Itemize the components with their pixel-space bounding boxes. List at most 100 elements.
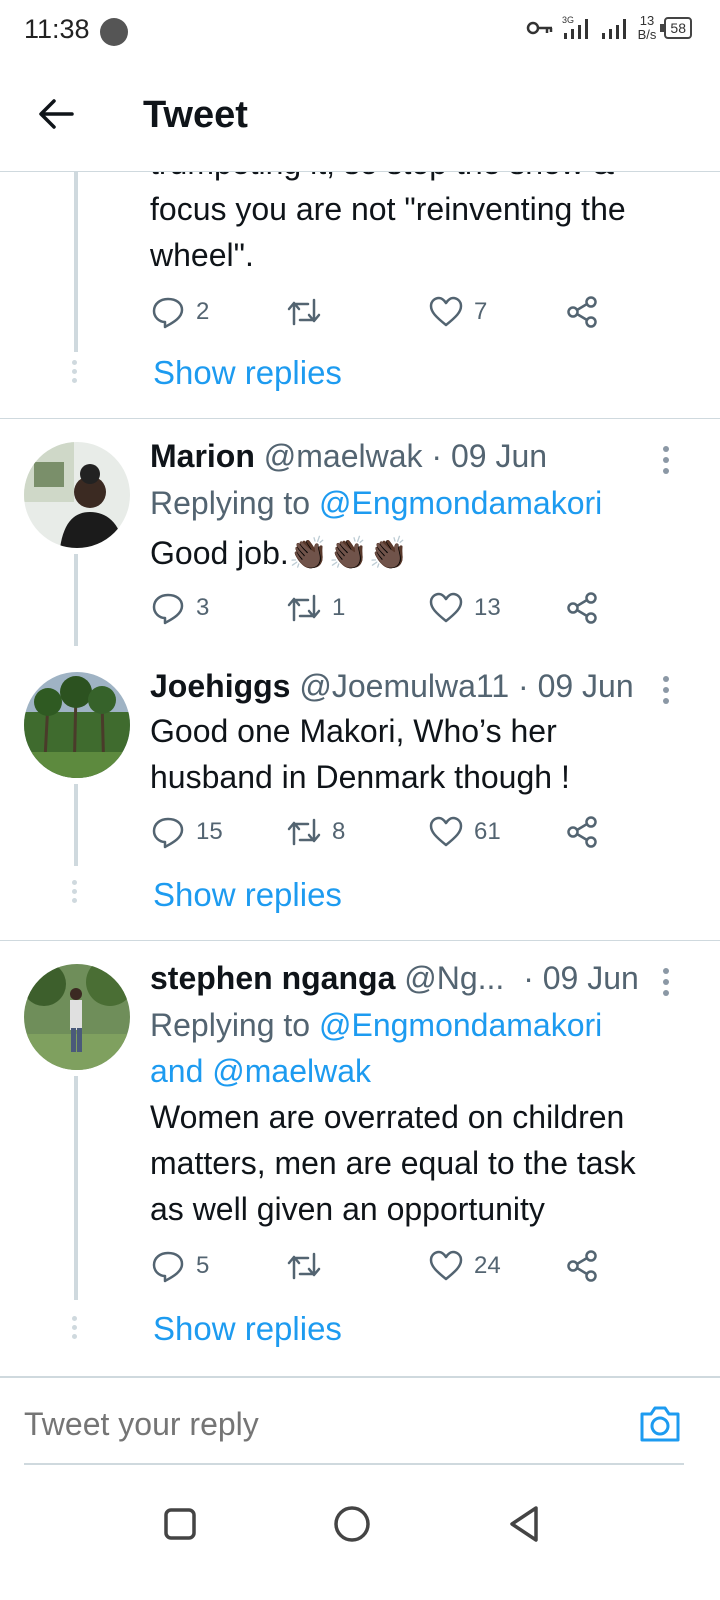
tweet-header: stephen nganga @Ng... · 09 Jun (150, 958, 639, 998)
net-speed-value: 13 (639, 13, 655, 28)
tweet-actions: 3 1 13 (150, 590, 620, 630)
show-replies-link[interactable]: Show replies (153, 1310, 342, 1348)
avatar-image (24, 964, 130, 1070)
thread-dots (72, 1316, 78, 1343)
reply-icon (152, 593, 184, 625)
thread-line (74, 554, 78, 646)
divider (0, 940, 720, 941)
status-time: 11:38 (24, 14, 90, 44)
user-handle[interactable]: @Ng... (404, 960, 504, 996)
net-speed: 13 B/s (638, 14, 657, 42)
share-button[interactable] (564, 294, 600, 330)
avatar[interactable] (24, 672, 130, 778)
reply-button[interactable]: 2 (150, 294, 209, 330)
vpn-key-icon (526, 21, 552, 35)
tweet-text: wheel". (150, 237, 254, 273)
replying-to-label: Replying to (150, 1007, 311, 1043)
retweet-button[interactable]: 1 (286, 590, 345, 626)
retweet-count: 1 (332, 594, 346, 621)
tweet-text: Women are overrated on children (150, 1099, 625, 1135)
camera-button[interactable] (638, 1404, 682, 1444)
reply-count: 3 (196, 594, 210, 621)
share-icon (567, 816, 597, 848)
tweet-text-partial: trumpeting it, so stop the show & (150, 172, 614, 186)
more-options-button[interactable] (663, 968, 671, 1001)
reply-button[interactable]: 5 (150, 1248, 209, 1284)
like-count: 7 (474, 298, 488, 325)
like-button[interactable]: 61 (428, 814, 501, 850)
retweet-count: 8 (332, 818, 346, 845)
signal-3g-icon: 3G (562, 15, 588, 39)
like-button[interactable]: 24 (428, 1248, 501, 1284)
heart-icon (429, 296, 463, 327)
composer-underline (24, 1463, 684, 1465)
like-button[interactable]: 13 (428, 590, 501, 626)
retweet-button[interactable] (286, 1248, 332, 1284)
replying-to-line2: and @maelwak (150, 1048, 371, 1094)
reply-count: 15 (196, 818, 223, 845)
avatar-image (24, 672, 130, 778)
page-title: Tweet (143, 94, 248, 136)
back-button[interactable] (36, 94, 76, 134)
share-icon (567, 296, 597, 328)
user-name[interactable]: Joehiggs (150, 668, 290, 704)
replying-and: and (150, 1053, 204, 1089)
user-handle[interactable]: @Joemulwa11 (299, 668, 509, 704)
thread-line (74, 172, 78, 352)
user-name[interactable]: stephen nganga (150, 960, 395, 996)
tweet-text: Good job.👏🏿👏🏿👏🏿 (150, 535, 409, 571)
share-icon (567, 1250, 597, 1282)
signal-icon (601, 19, 626, 39)
mention-link[interactable]: @maelwak (212, 1053, 371, 1089)
reply-button[interactable]: 3 (150, 590, 209, 626)
tweet-thread[interactable]: trumpeting it, so stop the show & focus … (0, 172, 720, 1376)
reply-input[interactable] (24, 1406, 604, 1443)
replying-to: Replying to @Engmondamakori (150, 480, 602, 526)
like-button[interactable]: 7 (428, 294, 487, 330)
thread-dots (72, 880, 78, 907)
reply-button[interactable]: 15 (150, 814, 223, 850)
avatar[interactable] (24, 964, 130, 1070)
mention-link[interactable]: @Engmondamakori (319, 485, 602, 521)
tweet-date: · 09 Jun (431, 438, 548, 474)
reply-icon (152, 1251, 184, 1283)
avatar[interactable] (24, 442, 130, 548)
home-button[interactable] (330, 1502, 374, 1546)
triangle-back-icon (510, 1506, 538, 1542)
divider (0, 418, 720, 419)
app-header: Tweet (0, 64, 720, 172)
share-button[interactable] (564, 590, 600, 626)
tweet-actions: 2 7 (150, 294, 620, 334)
retweet-icon (287, 1252, 321, 1280)
retweet-button[interactable]: 8 (286, 814, 345, 850)
status-icons: 3G 13 B/s 58 (526, 14, 692, 42)
retweet-icon (287, 594, 321, 622)
retweet-button[interactable] (286, 294, 332, 330)
share-button[interactable] (564, 1248, 600, 1284)
net-speed-unit: B/s (637, 27, 657, 42)
tweet-date: · 09 Jun (523, 960, 639, 996)
tweet-text: matters, men are equal to the task (150, 1145, 636, 1181)
tweet-text: focus you are not "reinventing the (150, 191, 626, 227)
user-name[interactable]: Marion (150, 438, 255, 474)
recents-button[interactable] (158, 1502, 202, 1546)
more-options-button[interactable] (663, 676, 671, 709)
share-button[interactable] (564, 814, 600, 850)
like-count: 13 (474, 594, 501, 621)
notification-dot-icon (100, 18, 128, 46)
show-replies-link[interactable]: Show replies (153, 876, 342, 914)
svg-text:3G: 3G (562, 15, 574, 25)
replying-to: Replying to @Engmondamakori (150, 1002, 602, 1048)
reply-composer (0, 1376, 720, 1466)
back-nav-button[interactable] (502, 1502, 546, 1546)
more-options-button[interactable] (663, 446, 671, 479)
tweet-header: Marion @maelwak · 09 Jun (150, 436, 547, 476)
square-icon (164, 1508, 196, 1540)
show-replies-link[interactable]: Show replies (153, 354, 342, 392)
system-nav-bar (0, 1480, 720, 1600)
like-count: 24 (474, 1252, 501, 1279)
mention-link[interactable]: @Engmondamakori (319, 1007, 602, 1043)
retweet-icon (287, 818, 321, 846)
share-icon (567, 592, 597, 624)
user-handle[interactable]: @maelwak (264, 438, 423, 474)
